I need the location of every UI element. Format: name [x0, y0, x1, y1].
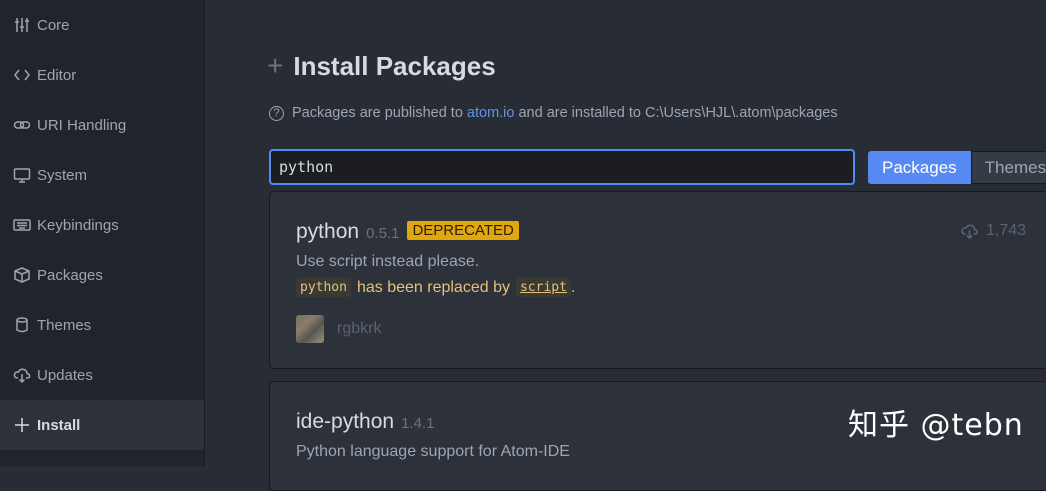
package-name[interactable]: python	[296, 220, 359, 243]
replaced-end: .	[570, 278, 576, 296]
sidebar-item-uri-handling[interactable]: URI Handling	[0, 100, 204, 150]
plus-icon: +	[267, 50, 284, 81]
replacement-notice: python has been replaced by script .	[296, 278, 575, 297]
package-icon	[12, 265, 32, 285]
cloud-download-icon	[961, 224, 978, 240]
script-package-link[interactable]: script	[515, 278, 571, 297]
sidebar-item-label: Packages	[37, 266, 103, 284]
package-description: Use script instead please.	[296, 253, 480, 270]
author-name[interactable]: rgbkrk	[337, 320, 381, 338]
themes-button[interactable]: Themes	[970, 151, 1046, 184]
sidebar-item-label: Updates	[37, 366, 93, 384]
sidebar-item-label: URI Handling	[37, 116, 127, 134]
sidebar-item-system[interactable]: System	[0, 150, 204, 200]
package-header: ide-python 1.4.1	[296, 410, 434, 434]
sidebar-item-editor[interactable]: Editor	[0, 50, 204, 100]
sidebar-item-label: System	[37, 166, 88, 184]
sidebar-item-updates[interactable]: Updates	[0, 350, 204, 400]
sidebar-item-core[interactable]: Core	[0, 0, 204, 50]
sidebar-item-label: Editor	[37, 66, 77, 84]
sliders-icon	[12, 15, 32, 35]
sidebar-item-label: Keybindings	[37, 216, 119, 234]
package-card[interactable]: python 0.5.1 DEPRECATED 1,743 Use script i…	[269, 191, 1046, 369]
search-type-toggle: Packages Themes	[868, 151, 1046, 184]
deprecated-badge: DEPRECATED	[407, 221, 519, 240]
sidebar-item-themes[interactable]: Themes	[0, 300, 204, 350]
download-count-value: 1,743	[986, 222, 1027, 239]
package-header: python 0.5.1 DEPRECATED	[296, 220, 519, 244]
plus-icon	[12, 415, 32, 435]
package-description: Python language support for Atom-IDE	[296, 443, 570, 460]
package-version: 1.4.1	[401, 415, 435, 432]
sidebar-item-keybindings[interactable]: Keybindings	[0, 200, 204, 250]
sidebar-item-label: Install	[37, 416, 81, 434]
download-count: 1,743	[960, 222, 1026, 240]
page-title: Install Packages	[293, 50, 496, 81]
info-prefix: Packages are published to	[292, 105, 463, 121]
keyboard-icon	[12, 215, 32, 235]
install-info: ? Packages are published to atom.io and …	[269, 105, 838, 121]
sidebar-item-packages[interactable]: Packages	[0, 250, 204, 300]
watermark: 知乎 @tebn	[848, 408, 1024, 443]
paintcan-icon	[12, 315, 32, 335]
link-icon	[12, 115, 32, 135]
package-version: 0.5.1	[366, 225, 400, 242]
package-name[interactable]: ide-python	[296, 410, 394, 433]
replaced-text: has been replaced by	[356, 278, 510, 296]
question-icon: ?	[269, 105, 284, 121]
search-input[interactable]	[269, 149, 855, 185]
sidebar-item-install[interactable]: Install	[0, 400, 204, 450]
settings-sidebar: Core Editor URI Handling System Keybindi…	[0, 0, 205, 466]
packages-button[interactable]: Packages	[868, 151, 971, 184]
package-author: rgbkrk	[296, 315, 381, 343]
code-icon	[12, 65, 32, 85]
monitor-icon	[12, 165, 32, 185]
info-suffix: and are installed to C:\Users\HJL\.atom\…	[518, 105, 838, 121]
cloud-download-icon	[12, 365, 32, 385]
old-package-code: python	[296, 278, 351, 297]
atom-io-link[interactable]: atom.io	[467, 105, 515, 121]
section-title: + Install Packages	[267, 48, 496, 84]
install-panel: + Install Packages ? Packages are publis…	[205, 0, 1046, 491]
avatar[interactable]	[296, 315, 324, 343]
sidebar-item-label: Themes	[37, 316, 92, 334]
sidebar-item-label: Core	[37, 16, 70, 34]
